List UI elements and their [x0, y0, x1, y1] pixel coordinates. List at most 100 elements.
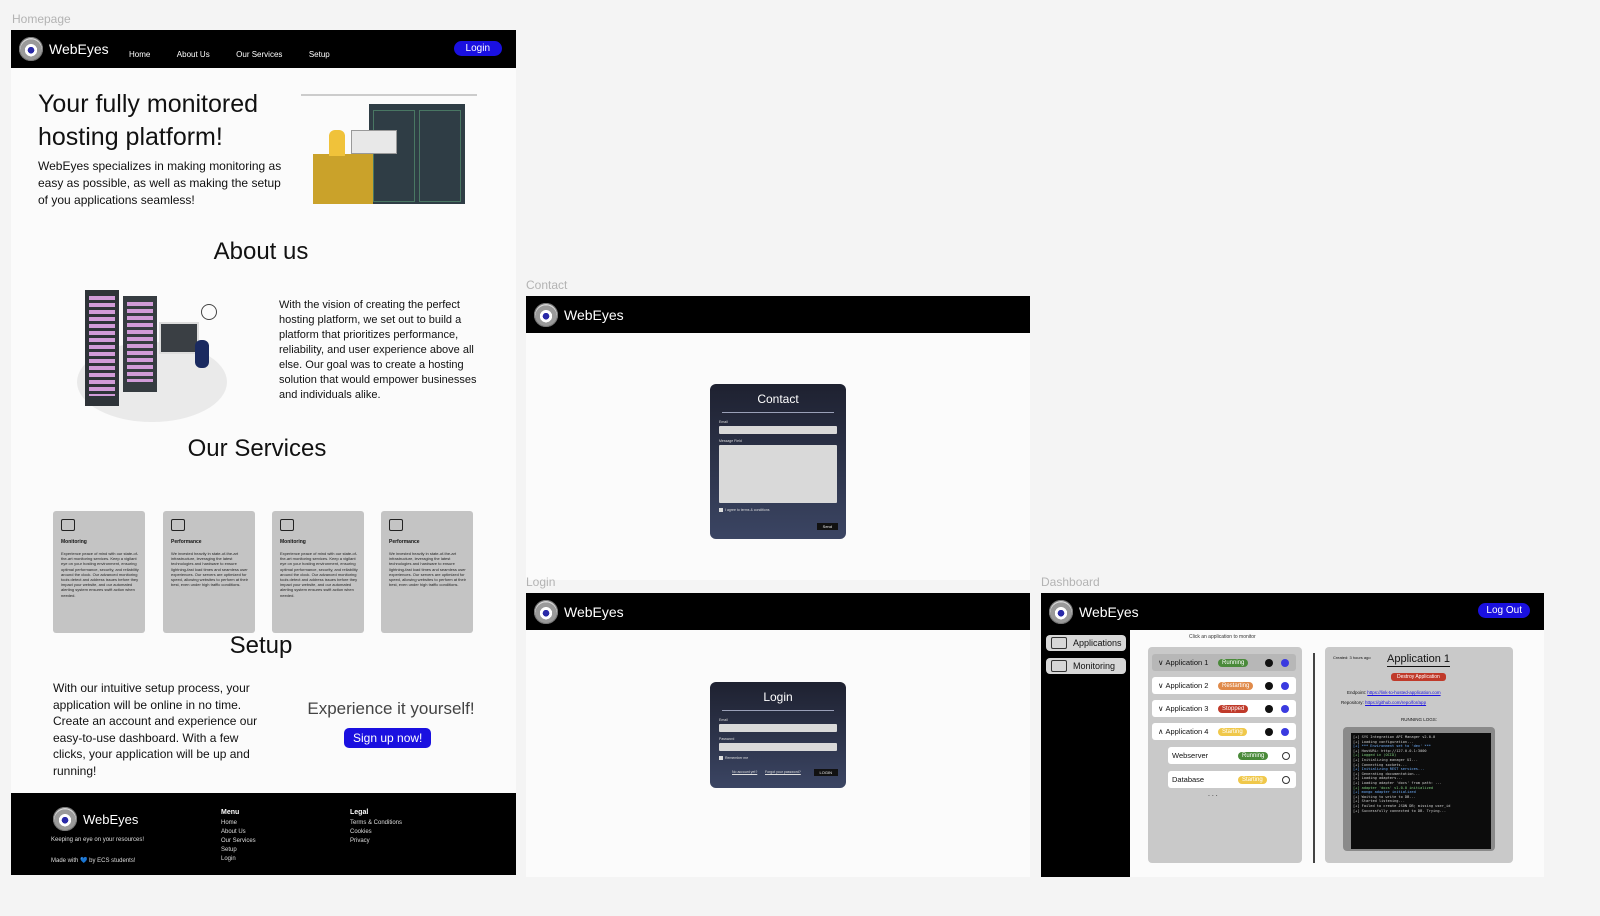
about-text: With the vision of creating the perfect … — [279, 299, 477, 401]
brand-name: WebEyes — [564, 604, 624, 620]
footer-link-services[interactable]: Our Services — [221, 837, 256, 846]
divider — [722, 412, 834, 413]
service-text: We invested heavily in state-of-the-art … — [389, 551, 466, 588]
monitor-icon[interactable] — [1281, 681, 1289, 690]
brand[interactable]: WebEyes — [1049, 600, 1139, 624]
service-card: Monitoring Experience peace of mind with… — [53, 511, 145, 633]
app-row-4[interactable]: ∧ Application 4 Starting — [1152, 723, 1296, 740]
repository-link[interactable]: https://github.com/repo/for/app — [1365, 700, 1426, 705]
settings-icon[interactable] — [1265, 704, 1273, 713]
nav-our-services[interactable]: Our Services — [236, 50, 282, 59]
login-submit-button[interactable]: LOGIN — [813, 769, 838, 776]
brand[interactable]: WebEyes — [19, 37, 109, 61]
status-badge: Stopped — [1218, 704, 1249, 713]
footer-link-cookies[interactable]: Cookies — [350, 828, 402, 837]
app-name: Application 4 — [1165, 727, 1209, 736]
remember-checkbox[interactable] — [719, 756, 723, 760]
subitem-row[interactable]: Webserver Running — [1168, 747, 1296, 764]
email-field[interactable] — [719, 426, 837, 434]
app-row-3[interactable]: ∨ Application 3 Stopped — [1152, 700, 1296, 717]
footer-link-about[interactable]: About Us — [221, 828, 256, 837]
footer-link-login[interactable]: Login — [221, 855, 256, 864]
log-console[interactable]: [+] SYS Integration API Manager v2.0.0 [+… — [1351, 733, 1491, 849]
settings-icon[interactable] — [1265, 681, 1273, 690]
service-card: Performance We invested heavily in state… — [381, 511, 473, 633]
hero-illustration — [301, 94, 479, 206]
monitor-icon[interactable] — [1281, 658, 1289, 667]
no-account-link[interactable]: No account yet? — [732, 770, 757, 774]
login-frame: WebEyes Login Email Password Remember me… — [526, 593, 1030, 877]
logo-icon — [534, 600, 558, 624]
setup-text: With our intuitive setup process, your a… — [53, 681, 258, 778]
message-label: Message Field — [719, 439, 742, 443]
settings-icon[interactable] — [1282, 775, 1290, 784]
footer-link-setup[interactable]: Setup — [221, 846, 256, 855]
sidebar-item-monitoring[interactable]: Monitoring — [1046, 658, 1126, 674]
footer-link-terms[interactable]: Terms & Conditions — [350, 819, 402, 828]
divider — [722, 710, 834, 711]
monitor-icon[interactable] — [1281, 727, 1289, 736]
nav-setup[interactable]: Setup — [309, 50, 330, 59]
service-card: Monitoring Experience peace of mind with… — [272, 511, 364, 633]
logs-panel: [+] SYS Integration API Manager v2.0.0 [+… — [1343, 727, 1495, 851]
send-button[interactable]: Send — [816, 523, 838, 530]
settings-icon[interactable] — [1265, 658, 1273, 667]
frame-label-contact: Contact — [526, 278, 568, 292]
frame-label-homepage: Homepage — [12, 12, 71, 26]
footer-made-with: Made with 💙 by ECS students! — [51, 858, 136, 864]
subitem-row[interactable]: Database Starting — [1168, 771, 1296, 788]
message-field[interactable] — [719, 445, 837, 503]
subitem-name: Webserver — [1172, 751, 1209, 760]
service-title: Monitoring — [61, 539, 87, 545]
nav-home[interactable]: Home — [129, 50, 150, 59]
contact-title: Contact — [757, 392, 799, 406]
forgot-password-link[interactable]: Forgot your password? — [765, 770, 801, 774]
log-line: [+] Successfully connected to DB. Trying… — [1353, 808, 1447, 813]
repository-row: Repository: https://github.com/repo/for/… — [1341, 700, 1426, 705]
setup-title: Setup — [229, 632, 293, 659]
frame-label-dashboard: Dashboard — [1041, 575, 1100, 589]
password-label: Password — [719, 737, 735, 741]
endpoint-link[interactable]: https://link-to-hosted-application.com — [1367, 690, 1440, 695]
footer-link-home[interactable]: Home — [221, 819, 256, 828]
endpoint-label: Endpoint: — [1347, 690, 1367, 695]
endpoint-row: Endpoint: https://link-to-hosted-applica… — [1347, 690, 1441, 695]
service-title: Performance — [389, 539, 420, 545]
footer-link-privacy[interactable]: Privacy — [350, 837, 402, 846]
logout-button[interactable]: Log Out — [1478, 603, 1530, 618]
detail-title: Application 1 — [1387, 653, 1450, 667]
agree-label: I agree to terms & conditions — [725, 508, 770, 512]
app-row-1[interactable]: ∨ Application 1 Running — [1152, 654, 1296, 671]
footer-legal-title: Legal — [350, 809, 369, 816]
logo-icon — [1049, 600, 1073, 624]
panel-divider — [1313, 653, 1315, 863]
footer-brand[interactable]: WebEyes — [53, 807, 138, 831]
main-nav: Home About Us Our Services Setup — [129, 44, 352, 62]
password-field[interactable] — [719, 743, 837, 751]
agree-checkbox[interactable] — [719, 508, 723, 512]
chevron-down-icon: ∨ — [1158, 704, 1164, 713]
nav-about-us[interactable]: About Us — [177, 50, 210, 59]
sidebar-item-label: Applications — [1073, 638, 1122, 648]
login-button[interactable]: Login — [453, 41, 502, 56]
app-name: Application 2 — [1165, 681, 1209, 690]
footer: WebEyes Keeping an eye on your resources… — [11, 793, 516, 875]
brand-name: WebEyes — [83, 811, 139, 827]
settings-icon[interactable] — [1265, 727, 1273, 736]
monitoring-icon — [61, 519, 75, 531]
email-field[interactable] — [719, 724, 837, 732]
brand[interactable]: WebEyes — [534, 600, 624, 624]
sidebar-item-applications[interactable]: Applications — [1046, 635, 1126, 651]
service-text: Experience peace of mind with our state-… — [61, 551, 139, 598]
settings-icon[interactable] — [1282, 751, 1290, 760]
homepage-navbar: WebEyes Home About Us Our Services Setup… — [11, 30, 516, 68]
brand[interactable]: WebEyes — [534, 303, 624, 327]
chevron-up-icon: ∧ — [1158, 727, 1164, 736]
logs-title: RUNNING LOGS: — [1400, 717, 1437, 722]
login-title: Login — [763, 690, 793, 704]
monitor-icon[interactable] — [1281, 704, 1289, 713]
logo-icon — [19, 37, 43, 61]
destroy-button[interactable]: Destroy Application — [1391, 673, 1446, 681]
signup-button[interactable]: Sign up now! — [344, 728, 432, 748]
app-row-2[interactable]: ∨ Application 2 Restarting — [1152, 677, 1296, 694]
